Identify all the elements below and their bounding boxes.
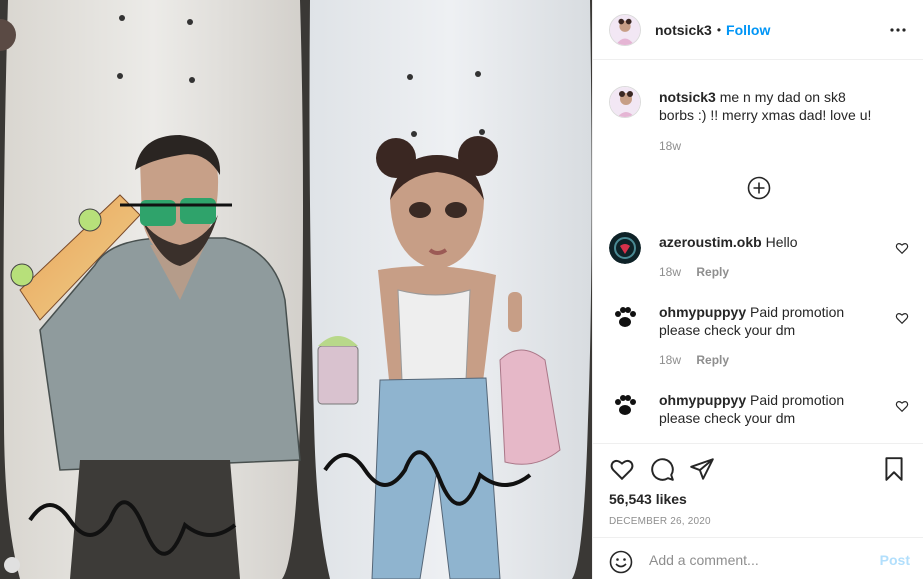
comment-body: ohmypuppyy Paid promotion please check y…	[659, 391, 879, 427]
author-avatar[interactable]	[609, 13, 641, 46]
comment-body: ohmypuppyy Paid promotion please check y…	[659, 303, 879, 339]
post-header: notsick3 • Follow	[593, 0, 923, 60]
like-count[interactable]: 56,543 likes	[609, 491, 687, 507]
comment-meta: 18w Reply	[659, 353, 729, 367]
post-date[interactable]: DECEMBER 26, 2020	[609, 516, 711, 527]
reply-button[interactable]: Reply	[696, 353, 729, 367]
commenter-avatar[interactable]	[609, 390, 641, 422]
plus-circle-icon[interactable]	[747, 176, 771, 200]
follow-button[interactable]: Follow	[726, 22, 770, 38]
commenter-avatar[interactable]	[609, 232, 641, 264]
post-sidebar: notsick3 • Follow notsick3 me n my dad o…	[592, 0, 923, 579]
author-username[interactable]: notsick3	[655, 22, 712, 38]
action-icons	[609, 456, 909, 482]
more-options-icon[interactable]	[886, 18, 910, 42]
skateboard-artwork	[0, 0, 592, 579]
comment-heart-icon[interactable]	[895, 399, 909, 413]
commenter-avatar[interactable]	[609, 302, 641, 334]
comment-meta: 18w Reply	[659, 265, 729, 279]
smiley-icon[interactable]	[609, 550, 633, 574]
bookmark-icon[interactable]	[881, 456, 907, 482]
caption-body: notsick3 me n my dad on sk8 borbs :) !! …	[659, 88, 879, 124]
heart-icon[interactable]	[609, 456, 635, 482]
paper-plane-icon[interactable]	[689, 456, 715, 482]
add-comment-input[interactable]	[649, 549, 869, 571]
caption-avatar[interactable]	[609, 86, 641, 118]
post-comment-button[interactable]: Post	[880, 552, 910, 568]
reply-button[interactable]: Reply	[696, 265, 729, 279]
caption-age[interactable]: 18w	[659, 139, 681, 153]
comment-heart-icon[interactable]	[895, 241, 909, 255]
separator-dot: •	[716, 22, 722, 37]
comment-bubble-icon[interactable]	[649, 456, 675, 482]
comment-body: azeroustim.okb Hello	[659, 233, 879, 251]
comment-age[interactable]: 18w	[659, 353, 681, 367]
comment-username[interactable]: ohmypuppyy	[659, 304, 746, 320]
comment-username[interactable]: azeroustim.okb	[659, 234, 762, 250]
comment-age[interactable]: 18w	[659, 265, 681, 279]
comment-username[interactable]: ohmypuppyy	[659, 392, 746, 408]
post-image[interactable]	[0, 0, 592, 579]
comment-text: Hello	[765, 234, 798, 250]
caption-meta: 18w	[659, 139, 681, 153]
post-actions: 56,543 likes DECEMBER 26, 2020 Post	[593, 443, 923, 579]
add-comment-bar: Post	[593, 537, 923, 579]
comment-heart-icon[interactable]	[895, 311, 909, 325]
comments-list: notsick3 me n my dad on sk8 borbs :) !! …	[593, 60, 923, 443]
caption-username[interactable]: notsick3	[659, 89, 716, 105]
